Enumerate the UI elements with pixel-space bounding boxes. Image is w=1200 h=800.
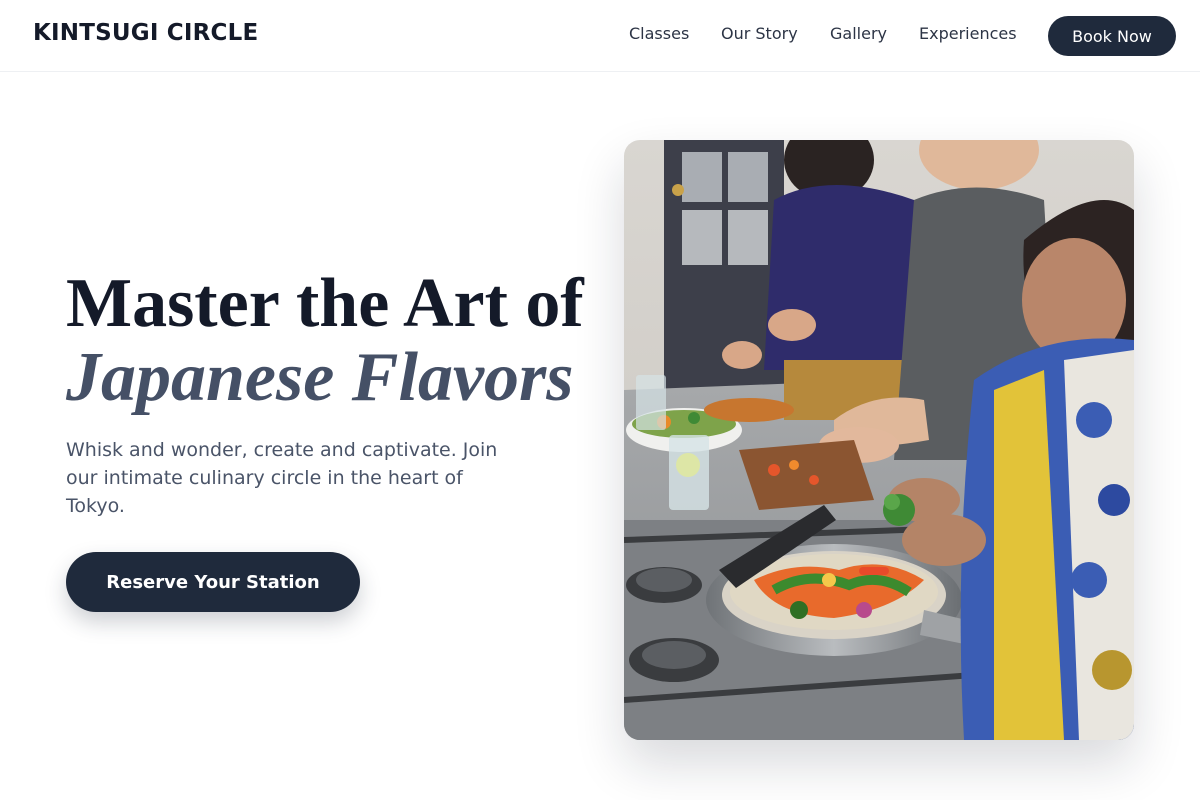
site-header: KINTSUGI CIRCLE Classes Our Story Galler…	[0, 0, 1200, 72]
nav-our-story[interactable]: Our Story	[721, 24, 798, 43]
hero-photo	[624, 140, 1134, 740]
hero-title-line2: Japanese Flavors	[66, 339, 574, 416]
hero-subtitle: Whisk and wonder, create and captivate. …	[66, 439, 498, 517]
hero-title-line1: Master the Art of	[66, 265, 584, 342]
book-now-button[interactable]: Book Now	[1048, 16, 1176, 56]
nav-gallery[interactable]: Gallery	[830, 24, 887, 43]
site-logo[interactable]: KINTSUGI CIRCLE	[33, 20, 258, 46]
nav-experiences[interactable]: Experiences	[919, 24, 1017, 43]
hero-title: Master the Art of Japanese Flavors	[66, 266, 584, 414]
nav-classes[interactable]: Classes	[629, 24, 689, 43]
reserve-station-button[interactable]: Reserve Your Station	[66, 552, 360, 612]
